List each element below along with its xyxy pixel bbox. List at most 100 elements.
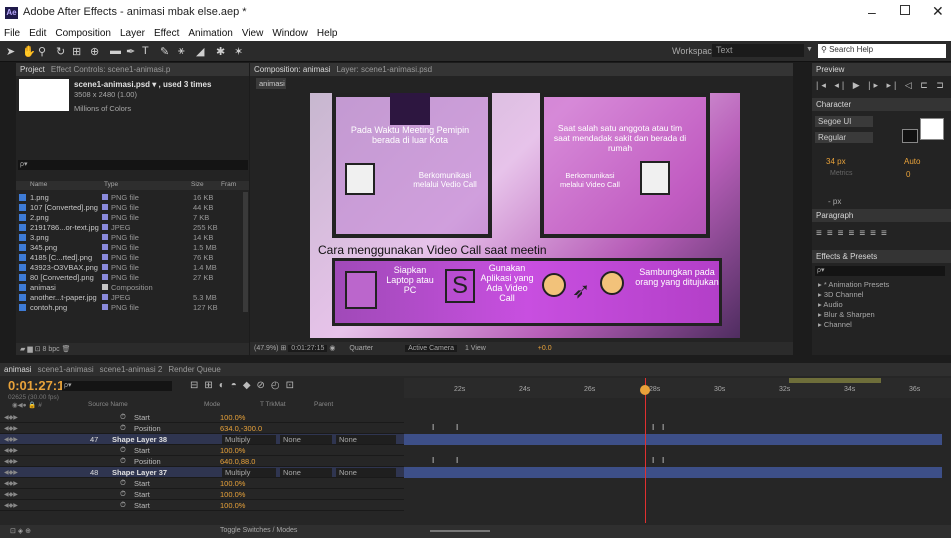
property-row[interactable]: ◀◆▶ ⏱ Start 100.0% (0, 489, 404, 500)
menu-item-edit[interactable]: Edit (29, 28, 46, 39)
keyframe-icon[interactable]: I (652, 423, 654, 432)
view-layout-dropdown[interactable]: 1 View (465, 345, 486, 352)
puppet-tool-icon[interactable]: ✶ (234, 45, 243, 58)
property-track[interactable] (404, 445, 942, 456)
keyframe-nav-icon[interactable]: ◀◆▶ (0, 436, 40, 443)
property-row[interactable]: ◀◆▶ ⏱ Position 634.0,-300.0 (0, 423, 404, 434)
stroke-width-value[interactable]: - px (828, 197, 841, 206)
property-row[interactable]: ◀◆▶ ⏱ Start 100.0% (0, 478, 404, 489)
col-parent[interactable]: Parent (314, 401, 333, 408)
keyframe-nav-icon[interactable]: ◀◆▶ (0, 491, 40, 498)
property-value[interactable]: 100.0% (220, 490, 245, 499)
list-item[interactable]: 4185 [C...rted].png PNG file 76 KB (16, 252, 242, 262)
property-value[interactable]: 100.0% (220, 413, 245, 422)
property-value[interactable]: 100.0% (220, 446, 245, 455)
keyframe-nav-icon[interactable]: ◀◆▶ (0, 480, 40, 487)
col-trkmat[interactable]: T TrkMat (260, 401, 286, 408)
pan-behind-tool-icon[interactable]: ⊕ (90, 45, 99, 58)
tab-effect-controls[interactable]: Effect Controls: scene1-animasi.p (51, 65, 170, 74)
tab-character[interactable]: Character (812, 98, 951, 111)
trkmat-dropdown[interactable]: None (280, 467, 332, 477)
maximize-button[interactable] (900, 5, 910, 15)
menu-item-view[interactable]: View (242, 28, 264, 39)
effects-search-input[interactable]: ρ▾ (815, 266, 945, 276)
layer-name[interactable]: Shape Layer 37 (112, 468, 222, 477)
folder-icon[interactable]: ▆ (27, 346, 32, 353)
list-item[interactable]: another...t-paper.jpg JPEG 5.3 MB (16, 292, 242, 302)
minimize-button[interactable]: – (868, 4, 876, 20)
property-track[interactable] (404, 500, 942, 511)
parent-dropdown[interactable]: None (336, 434, 396, 444)
property-value[interactable]: 100.0% (220, 479, 245, 488)
menu-item-composition[interactable]: Composition (55, 28, 111, 39)
clone-tool-icon[interactable]: ⚹ (178, 45, 185, 58)
property-track[interactable] (404, 456, 942, 467)
col-mode[interactable]: Mode (204, 401, 220, 408)
composition-canvas[interactable]: Pada Waktu Meeting Pemipin berada di lua… (310, 93, 740, 338)
font-style-dropdown[interactable]: Regular (815, 132, 873, 143)
eraser-tool-icon[interactable]: ◢ (196, 45, 204, 58)
roto-tool-icon[interactable]: ✱ (216, 45, 225, 58)
list-item[interactable]: contoh.png PNG file 127 KB (16, 302, 242, 312)
stopwatch-icon[interactable]: ⏱ (120, 445, 134, 455)
timeline-ruler[interactable]: 22s 24s 26s 28s 30s 32s 34s 36s (404, 378, 951, 398)
playhead[interactable] (645, 378, 646, 523)
keyframe-nav-icon[interactable]: ◀◆▶ (0, 502, 40, 509)
property-track[interactable] (404, 423, 942, 434)
timeline-search-input[interactable]: ρ▾ (62, 381, 172, 391)
mode-dropdown[interactable]: Multiply (222, 434, 276, 444)
layer-name[interactable]: Shape Layer 38 (112, 435, 222, 444)
menu-item-layer[interactable]: Layer (120, 28, 145, 39)
tab-composition[interactable]: Composition: animasi (254, 65, 330, 74)
selection-tool-icon[interactable]: ➤ (6, 45, 15, 58)
leading-value[interactable]: Auto (904, 157, 920, 166)
playhead-handle-icon[interactable] (640, 385, 650, 395)
new-comp-icon[interactable]: ⊡ (35, 346, 41, 353)
layer-duration-bar[interactable] (404, 434, 942, 445)
zoom-slider[interactable] (430, 530, 490, 532)
stroke-color-swatch[interactable] (902, 129, 918, 143)
effects-item[interactable]: ▸ * Animation Presets (818, 279, 948, 289)
col-frame[interactable]: Fram (221, 181, 236, 188)
list-item[interactable]: 43923-O3VBAX.png PNG file 1.4 MB (16, 262, 242, 272)
search-help-input[interactable]: ⚲ Search Help (818, 44, 946, 58)
current-time[interactable]: 0:01:27:15 (288, 345, 328, 352)
menu-item-file[interactable]: File (4, 28, 20, 39)
list-item[interactable]: 107 [Converted].png PNG file 44 KB (16, 202, 242, 212)
comp-subtab[interactable]: animasi (256, 78, 286, 89)
keyframe-icon[interactable]: I (432, 456, 434, 465)
close-button[interactable]: ✕ (932, 3, 944, 20)
tab-project[interactable]: Project (20, 65, 45, 74)
trkmat-dropdown[interactable]: None (280, 434, 332, 444)
hand-tool-icon[interactable]: ✋ (22, 45, 36, 58)
col-name[interactable]: Name (30, 181, 47, 188)
brush-tool-icon[interactable]: ✎ (160, 45, 169, 58)
keyframe-icon[interactable]: I (456, 456, 458, 465)
tab-timeline-1[interactable]: scene1-animasi (38, 365, 94, 374)
timeline-footer-icons[interactable]: ⊡ ◈ ⊕ (10, 527, 31, 535)
workspace-dropdown[interactable]: Text (712, 44, 804, 57)
stopwatch-icon[interactable]: ⏱ (120, 456, 134, 466)
paragraph-align-icons[interactable]: ≡≡≡≡≡≡≡ (816, 228, 892, 239)
property-row[interactable]: ◀◆▶ ⏱ Start 100.0% (0, 445, 404, 456)
mode-dropdown[interactable]: Multiply (222, 467, 276, 477)
timeline-switch-icons[interactable]: ⊟⊞◐◓◆⊘◴⊡ (190, 380, 300, 391)
resolution-dropdown[interactable]: Quarter (349, 345, 373, 352)
property-value[interactable]: 100.0% (220, 501, 245, 510)
keyframe-nav-icon[interactable]: ◀◆▶ (0, 458, 40, 465)
property-row[interactable]: ◀◆▶ ⏱ Position 640.0,88.0 (0, 456, 404, 467)
keyframe-icon[interactable]: I (456, 423, 458, 432)
pen-tool-icon[interactable]: ✒ (126, 45, 135, 58)
stopwatch-icon[interactable]: ⏱ (120, 478, 134, 488)
interpret-footage-icon[interactable]: ▰ (20, 346, 25, 353)
effects-item[interactable]: ▸ 3D Channel (818, 289, 948, 299)
preview-controls[interactable]: |◂ ◂| ▶ |▸ ▸| ◁ ⊏ ⊐ (816, 80, 947, 91)
list-item[interactable]: 80 [Converted].png PNG file 27 KB (16, 272, 242, 282)
project-scrollbar[interactable] (243, 192, 248, 312)
menu-item-animation[interactable]: Animation (188, 28, 232, 39)
snapshot-icon[interactable]: ◉ (329, 345, 335, 352)
list-item[interactable]: 2191786...or-text.jpg JPEG 255 KB (16, 222, 242, 232)
toggle-switches-modes[interactable]: Toggle Switches / Modes (220, 527, 297, 534)
keyframe-nav-icon[interactable]: ◀◆▶ (0, 414, 40, 421)
zoom-tool-icon[interactable]: ⚲ (38, 45, 46, 58)
